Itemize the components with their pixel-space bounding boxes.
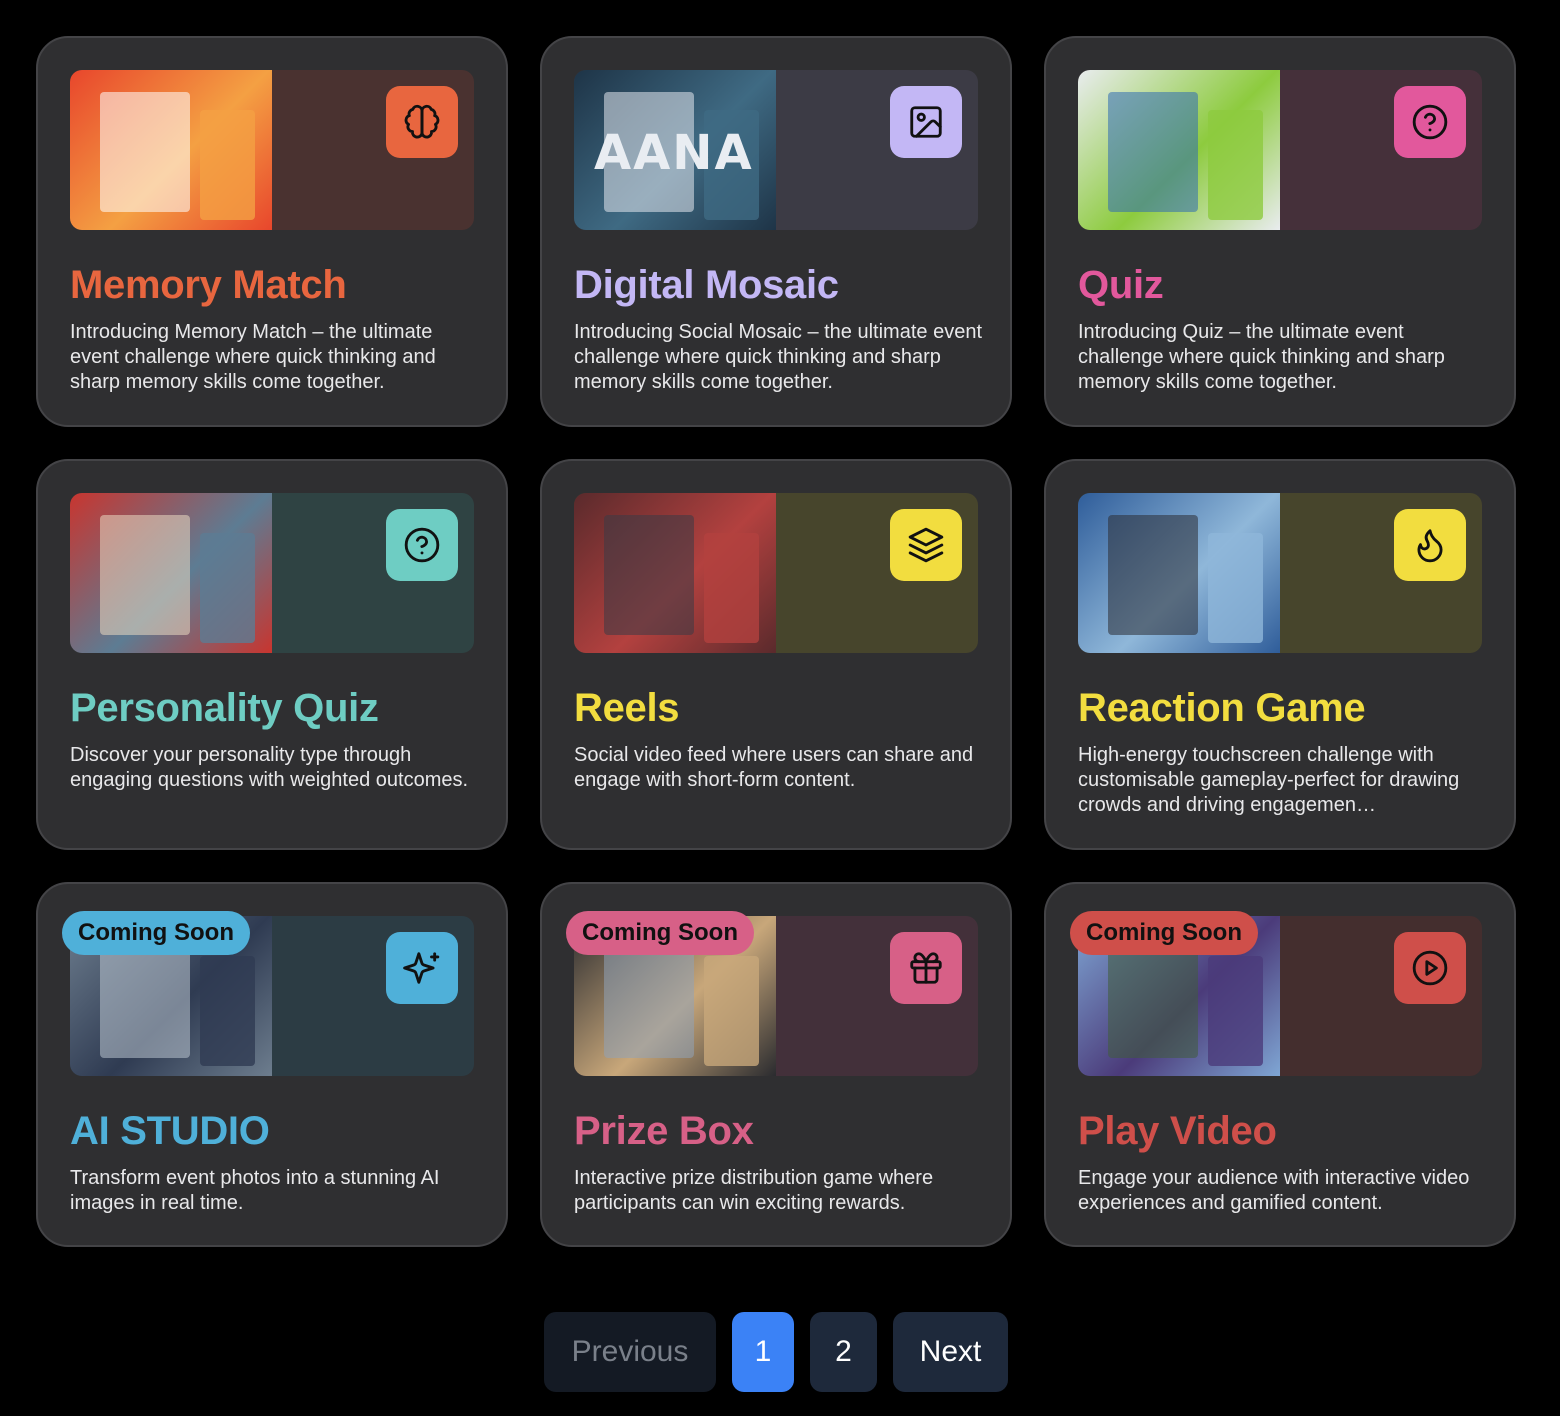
game-card-grid: Memory Match Introducing Memory Match – t… [36, 36, 1516, 1247]
card-title: Memory Match [70, 263, 347, 307]
card-description: Introducing Memory Match – the ultimate … [70, 321, 436, 393]
card-photo [1078, 493, 1280, 653]
image-icon [907, 103, 945, 141]
game-card[interactable]: AANA Digital Mosaic Introducing Social Mos… [540, 36, 1012, 427]
page-2-button[interactable]: 2 [810, 1312, 877, 1392]
card-media [1078, 70, 1482, 230]
card-description: Engage your audience with interactive vi… [1078, 1167, 1470, 1214]
question-icon [403, 526, 441, 564]
game-card[interactable]: Reels Social video feed where users can s… [540, 459, 1012, 850]
page-1-button[interactable]: 1 [732, 1312, 794, 1392]
card-description: Transform event photos into a stunning A… [70, 1167, 440, 1214]
card-icon-tile [386, 932, 458, 1004]
play-circle-icon [1411, 949, 1449, 987]
gift-icon [907, 949, 945, 987]
card-icon-tile [386, 86, 458, 158]
card-icon-tile [1394, 509, 1466, 581]
game-card[interactable]: Reaction Game High-energy touchscreen cha… [1044, 459, 1516, 850]
previous-button[interactable]: Previous [544, 1312, 716, 1392]
card-icon-tile [1394, 932, 1466, 1004]
card-description: Introducing Social Mosaic – the ultimate… [574, 321, 982, 393]
card-icon-tile [890, 86, 962, 158]
card-title: Reaction Game [1078, 686, 1366, 730]
card-description: Social video feed where users can share … [574, 744, 974, 791]
game-card[interactable]: Coming Soon Play Video Engage your audienc… [1044, 882, 1516, 1247]
card-photo [574, 493, 776, 653]
game-card[interactable]: Coming Soon AI STUDIO Transform event phot… [36, 882, 508, 1247]
card-description: Interactive prize distribution game wher… [574, 1167, 934, 1214]
next-button[interactable]: Next [893, 1312, 1008, 1392]
game-card[interactable]: Memory Match Introducing Memory Match – t… [36, 36, 508, 427]
card-icon-tile [890, 509, 962, 581]
flame-icon [1411, 526, 1449, 564]
card-media [70, 70, 474, 230]
question-icon [1411, 103, 1449, 141]
layers-icon [907, 526, 945, 564]
card-icon-tile [1394, 86, 1466, 158]
card-title: Digital Mosaic [574, 263, 839, 307]
card-media: AANA [574, 70, 978, 230]
card-photo [70, 70, 272, 230]
card-photo: AANA [574, 70, 776, 230]
photo-wordmark: AANA [594, 125, 754, 181]
card-photo [70, 493, 272, 653]
pagination: Previous 1 2 Next [544, 1312, 1008, 1392]
card-title: Quiz [1078, 263, 1164, 307]
card-title: Personality Quiz [70, 686, 379, 730]
card-title: Prize Box [574, 1109, 754, 1153]
card-media [1078, 493, 1482, 653]
card-title: Reels [574, 686, 680, 730]
game-card[interactable]: Quiz Introducing Quiz – the ultimate even… [1044, 36, 1516, 427]
sparkles-icon [403, 949, 441, 987]
card-description: Discover your personality type through e… [70, 744, 469, 791]
brain-icon [403, 103, 441, 141]
card-description: Introducing Quiz – the ultimate event ch… [1078, 321, 1445, 393]
card-photo [1078, 70, 1280, 230]
card-title: Play Video [1078, 1109, 1277, 1153]
card-icon-tile [386, 509, 458, 581]
game-card[interactable]: Personality Quiz Discover your personalit… [36, 459, 508, 850]
coming-soon-badge: Coming Soon [62, 911, 250, 955]
card-title: AI STUDIO [70, 1109, 270, 1153]
card-description: High-energy touchscreen challenge with c… [1078, 744, 1460, 816]
coming-soon-badge: Coming Soon [1070, 911, 1258, 955]
card-media [70, 493, 474, 653]
card-media [574, 493, 978, 653]
game-card[interactable]: Coming Soon Prize Box Interactive prize di… [540, 882, 1012, 1247]
coming-soon-badge: Coming Soon [566, 911, 754, 955]
card-icon-tile [890, 932, 962, 1004]
